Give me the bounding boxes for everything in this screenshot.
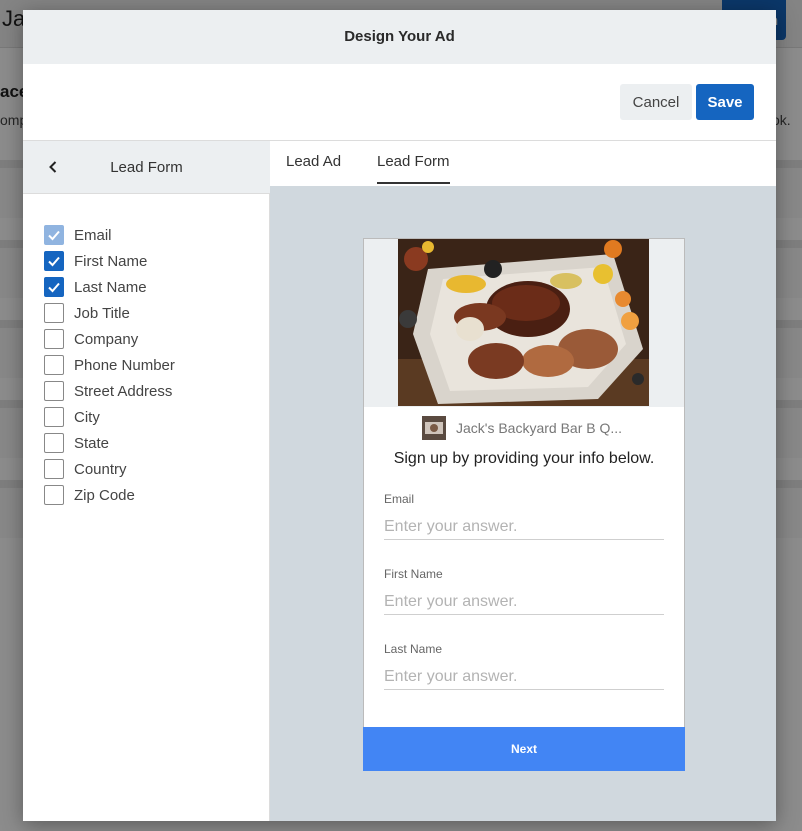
checkbox[interactable] (44, 459, 64, 479)
cancel-button[interactable]: Cancel (620, 84, 692, 120)
sidebar-header: Lead Form (23, 141, 270, 194)
checkbox[interactable] (44, 407, 64, 427)
modal-title: Design Your Ad (23, 10, 776, 64)
last-name-input[interactable] (384, 664, 664, 690)
field-label: First Name (74, 252, 148, 270)
field-option-last-name[interactable]: Last Name (44, 274, 175, 300)
form-fields-sidebar: Lead Form Email First Name Last Name Job Ti… (23, 141, 270, 821)
field-checkbox-list: Email First Name Last Name Job Title Company… (44, 222, 175, 508)
preview-email-field: Email (384, 492, 664, 540)
preview-last-name-field: Last Name (384, 642, 664, 690)
signup-text: Sign up by providing your info below. (393, 450, 655, 467)
field-option-zip-code[interactable]: Zip Code (44, 482, 175, 508)
field-option-email: Email (44, 222, 175, 248)
ad-image-container (364, 239, 684, 407)
form-label: Email (384, 492, 415, 506)
checkbox (44, 225, 64, 245)
checkbox[interactable] (44, 329, 64, 349)
field-label: Last Name (74, 278, 147, 296)
preview-first-name-field: First Name (384, 567, 664, 615)
next-button[interactable]: Next (363, 727, 685, 771)
back-button[interactable] (41, 155, 65, 179)
checkbox[interactable] (44, 433, 64, 453)
field-label: Company (74, 330, 139, 348)
field-option-street-address[interactable]: Street Address (44, 378, 175, 404)
field-option-job-title[interactable]: Job Title (44, 300, 175, 326)
field-option-city[interactable]: City (44, 404, 175, 430)
field-label: Country (74, 460, 127, 478)
lead-form-preview-card: Jack's Backyard Bar B Q... Sign up by pr… (363, 238, 685, 771)
field-option-company[interactable]: Company (44, 326, 175, 352)
field-label: Street Address (74, 382, 173, 400)
save-button[interactable]: Save (696, 84, 754, 120)
design-ad-modal: Design Your Ad Cancel Save Lead Form Ema… (23, 10, 776, 821)
checkmark-icon (48, 230, 60, 241)
field-option-phone-number[interactable]: Phone Number (44, 352, 175, 378)
modal-action-bar: Cancel Save (23, 64, 776, 141)
tab-lead-ad[interactable]: Lead Ad (286, 153, 341, 182)
field-label: Email (74, 226, 112, 244)
form-label: First Name (384, 567, 443, 581)
checkbox[interactable] (44, 277, 64, 297)
field-label: Job Title (74, 304, 130, 322)
chevron-left-icon (49, 161, 57, 173)
field-option-state[interactable]: State (44, 430, 175, 456)
checkbox[interactable] (44, 355, 64, 375)
brand-row: Jack's Backyard Bar B Q... (422, 416, 622, 440)
tab-lead-form[interactable]: Lead Form (377, 153, 450, 184)
brand-name: Jack's Backyard Bar B Q... (456, 420, 623, 436)
field-label: State (74, 434, 110, 452)
field-option-country[interactable]: Country (44, 456, 175, 482)
checkbox[interactable] (44, 381, 64, 401)
checkmark-icon (48, 282, 60, 293)
field-label: Phone Number (74, 356, 175, 374)
first-name-input[interactable] (384, 589, 664, 615)
form-label: Last Name (384, 642, 443, 656)
checkbox[interactable] (44, 485, 64, 505)
field-label: City (74, 408, 100, 426)
email-input[interactable] (384, 514, 664, 540)
preview-tabs: Lead Ad Lead Form (270, 141, 776, 186)
checkbox[interactable] (44, 303, 64, 323)
field-label: Zip Code (74, 486, 135, 504)
checkmark-icon (48, 256, 60, 267)
bbq-food-image (398, 239, 649, 406)
field-option-first-name[interactable]: First Name (44, 248, 175, 274)
preview-area: Lead Ad Lead Form Jack's Backyard Bar B … (270, 141, 776, 821)
brand-avatar (422, 416, 446, 440)
checkbox[interactable] (44, 251, 64, 271)
